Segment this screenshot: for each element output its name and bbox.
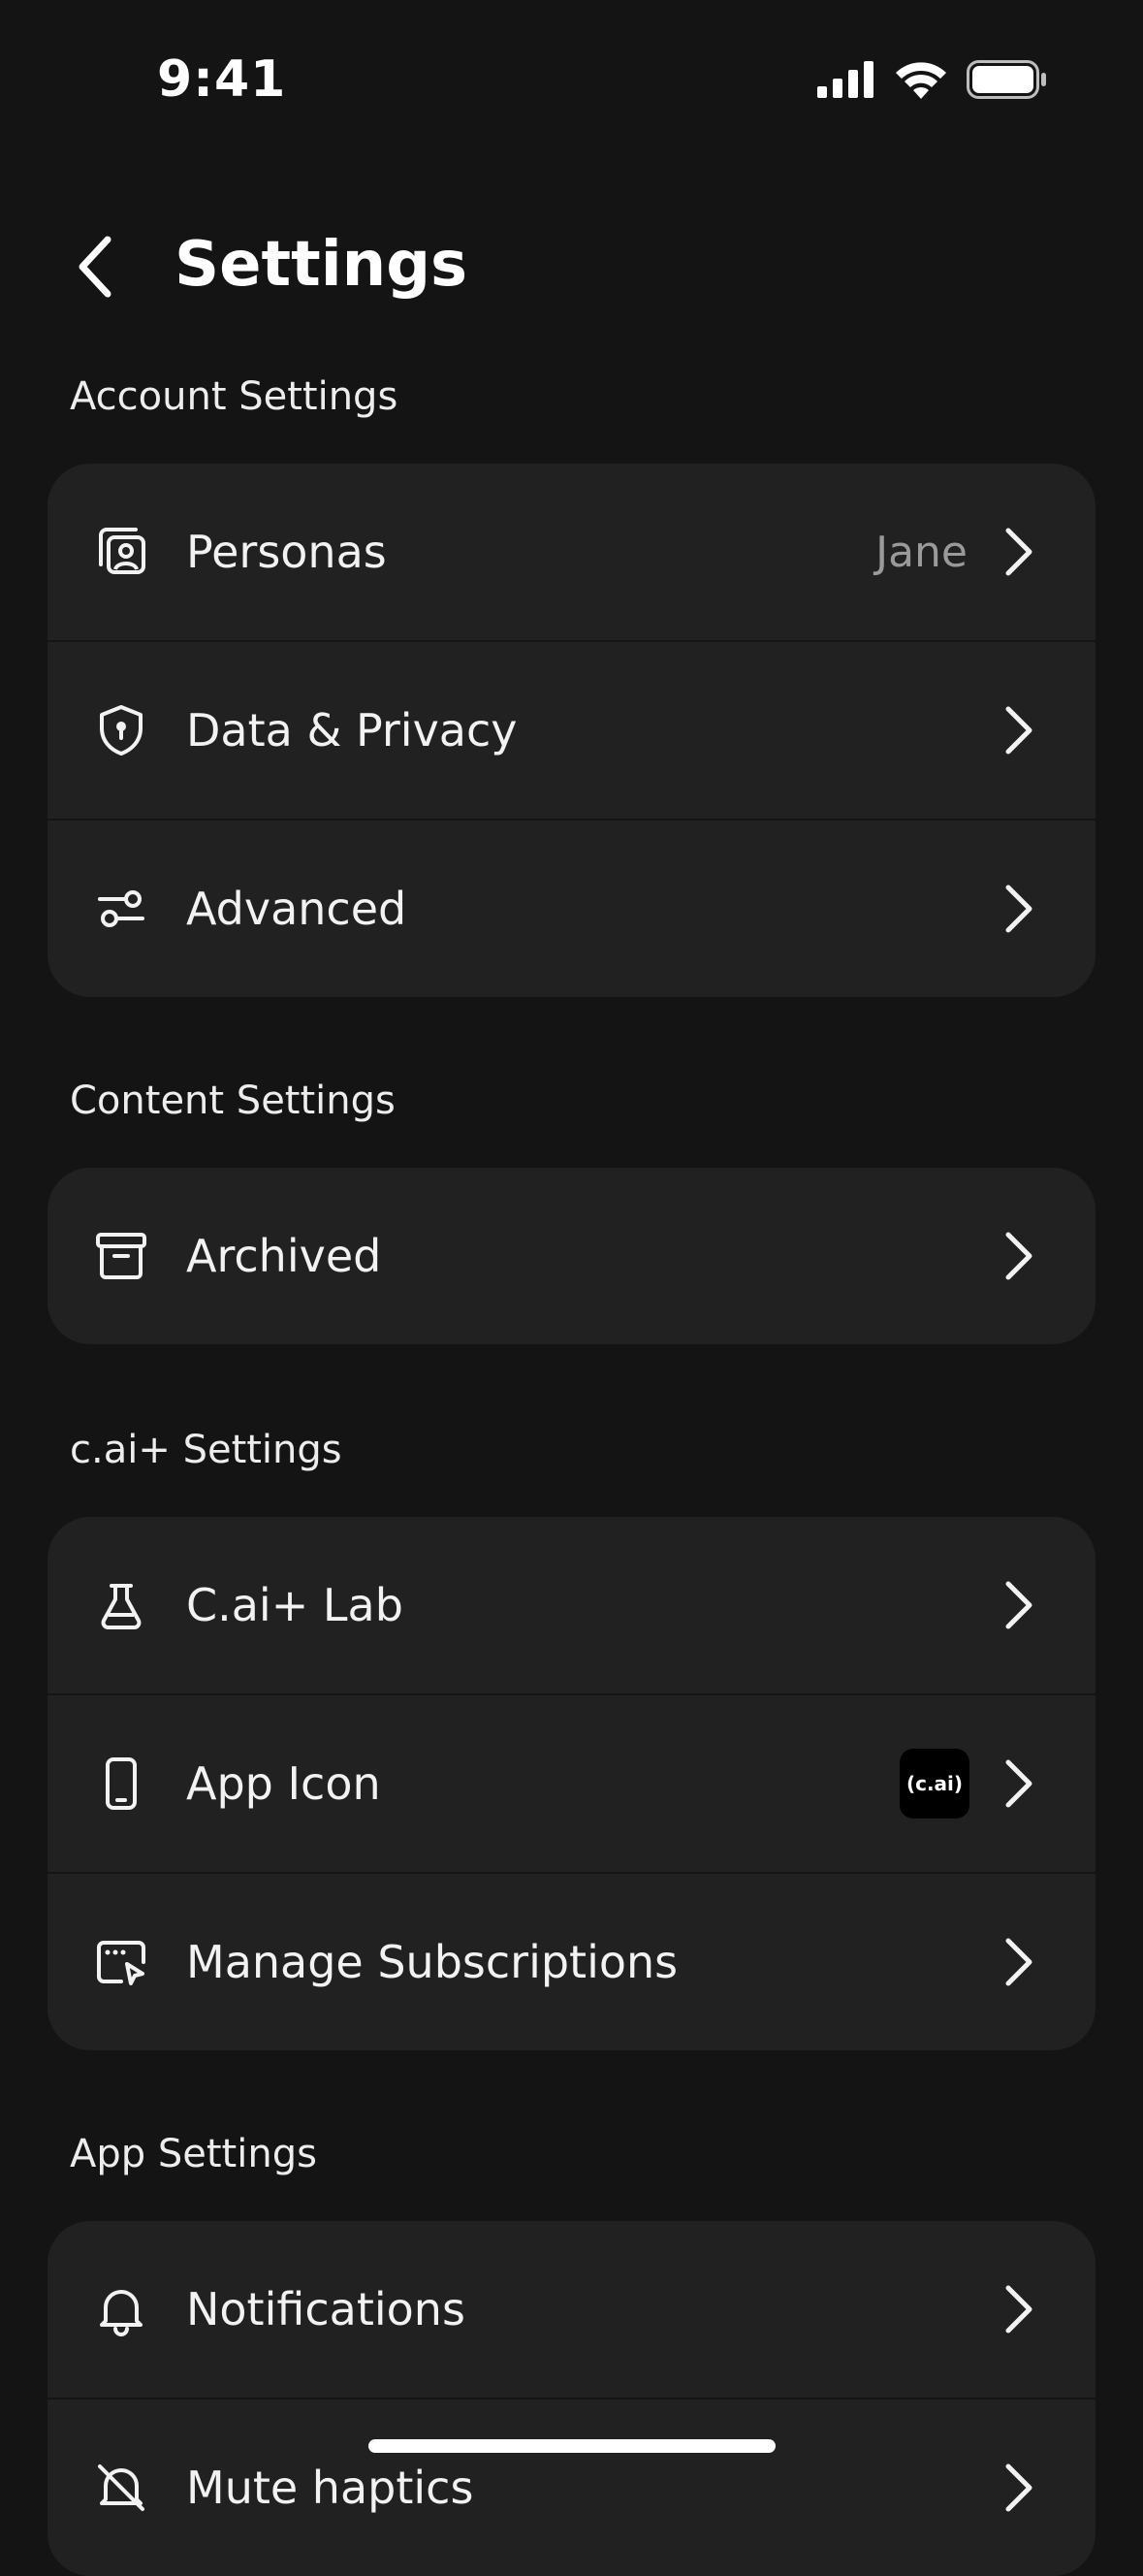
archive-icon	[94, 1229, 148, 1283]
row-personas[interactable]: Personas Jane	[48, 464, 1095, 640]
wifi-icon	[895, 60, 947, 103]
phone-icon	[94, 1756, 148, 1811]
chevron-left-icon	[73, 234, 115, 304]
battery-icon	[967, 60, 1048, 103]
row-label-advanced: Advanced	[186, 883, 407, 935]
chevron-right-icon	[1000, 703, 1035, 757]
section-label-app: App Settings	[70, 2132, 317, 2176]
section-label-caiplus: c.ai+ Settings	[70, 1428, 342, 1472]
chevron-right-icon	[1000, 1229, 1035, 1283]
page-title: Settings	[175, 229, 468, 301]
row-label-notifications: Notifications	[186, 2283, 465, 2335]
chevron-right-icon	[1000, 1756, 1035, 1811]
status-bar: 9:41	[0, 0, 1143, 165]
row-manage-subscriptions[interactable]: Manage Subscriptions	[48, 1872, 1095, 2050]
row-cai-lab[interactable]: C.ai+ Lab	[48, 1517, 1095, 1693]
row-label-archived: Archived	[186, 1230, 382, 1282]
subscription-icon	[94, 1935, 148, 1989]
row-advanced[interactable]: Advanced	[48, 819, 1095, 997]
row-app-icon[interactable]: App Icon (c.ai)	[48, 1693, 1095, 1872]
chevron-right-icon	[1000, 1935, 1035, 1989]
back-button[interactable]	[60, 225, 128, 312]
persona-icon	[94, 525, 148, 579]
chevron-right-icon	[1000, 1578, 1035, 1632]
row-archived[interactable]: Archived	[48, 1168, 1095, 1344]
status-icons	[817, 60, 1048, 103]
caiplus-settings-group: C.ai+ Lab App Icon (c.ai) Manage Subscri…	[48, 1517, 1095, 2050]
home-indicator	[368, 2439, 776, 2453]
header: Settings	[0, 204, 1143, 330]
row-data-privacy[interactable]: Data & Privacy	[48, 640, 1095, 819]
app-settings-group: Notifications Mute haptics	[48, 2221, 1095, 2576]
row-label-data-privacy: Data & Privacy	[186, 704, 518, 757]
shield-icon	[94, 703, 148, 757]
row-label-app-icon: App Icon	[186, 1757, 381, 1810]
chevron-right-icon	[1000, 2461, 1035, 2515]
chevron-right-icon	[1000, 2282, 1035, 2336]
persona-value: Jane	[875, 527, 968, 577]
row-label-mute: Mute haptics	[186, 2462, 474, 2514]
section-label-content: Content Settings	[70, 1079, 396, 1123]
row-mute[interactable]: Mute haptics	[48, 2398, 1095, 2576]
account-settings-group: Personas Jane Data & Privacy Advanced	[48, 464, 1095, 997]
row-notifications[interactable]: Notifications	[48, 2221, 1095, 2398]
row-label-personas: Personas	[186, 526, 387, 578]
row-label-cai-lab: C.ai+ Lab	[186, 1579, 403, 1631]
content-settings-group: Archived	[48, 1168, 1095, 1344]
flask-icon	[94, 1578, 148, 1632]
row-label-manage-subscriptions: Manage Subscriptions	[186, 1936, 679, 1988]
bell-icon	[94, 2282, 148, 2336]
sliders-icon	[94, 882, 148, 936]
cellular-signal-icon	[817, 61, 875, 102]
chevron-right-icon	[1000, 882, 1035, 936]
chevron-right-icon	[1000, 525, 1035, 579]
status-time: 9:41	[157, 50, 287, 109]
bell-off-icon	[94, 2461, 148, 2515]
app-icon-preview: (c.ai)	[900, 1749, 969, 1819]
section-label-account: Account Settings	[70, 374, 398, 419]
